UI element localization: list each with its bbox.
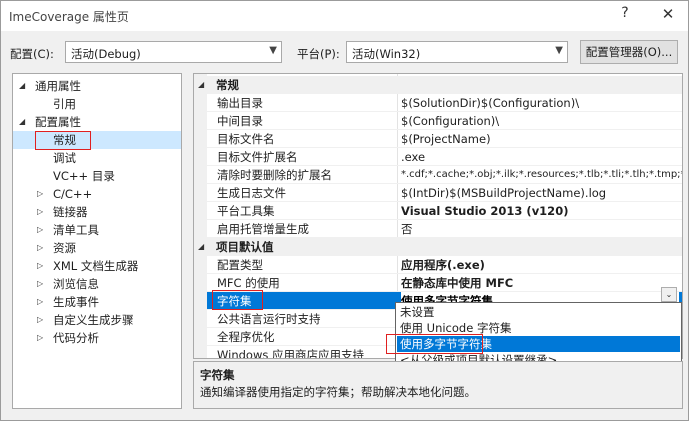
property-name: 启用托管增量生成	[217, 222, 309, 236]
property-name: 配置类型	[217, 258, 263, 272]
help-icon[interactable]: ?	[615, 5, 635, 21]
character-set-dropdown-button[interactable]: ⌄	[661, 287, 677, 302]
annotation-box	[35, 131, 91, 150]
expand-toggle-icon[interactable]: ▷	[37, 257, 43, 275]
tree-node-label: XML 文档生成器	[53, 259, 139, 273]
option-not-set[interactable]: 未设置	[397, 304, 680, 320]
tree-node-label: C/C++	[53, 187, 93, 201]
property-name: 清除时要删除的扩展名	[217, 168, 332, 182]
grid-gutter	[194, 74, 207, 358]
configuration-manager-button[interactable]: 配置管理器(O)...	[580, 40, 678, 64]
tree-node-vc-directories[interactable]: VC++ 目录	[53, 167, 115, 185]
expand-toggle-icon[interactable]: ▷	[37, 275, 43, 293]
tree-node-label: 资源	[53, 241, 76, 255]
close-icon[interactable]: ✕	[658, 5, 678, 23]
window-title: ImeCoverage 属性页	[9, 10, 129, 24]
tree-node-debugging[interactable]: 调试	[53, 149, 76, 167]
config-label: 配置(C):	[10, 47, 54, 61]
property-row-output-dir[interactable]: 输出目录 $(SolutionDir)$(Configuration)\	[207, 94, 682, 112]
category-general[interactable]: ◢ 常规	[194, 76, 682, 94]
character-set-dropdown-list: 未设置 使用 Unicode 字符集 使用多字节字符集 <从父级或项目默认设置继…	[386, 302, 682, 368]
category-project-defaults[interactable]: ◢ 项目默认值	[194, 238, 682, 256]
tree-node-label: 清单工具	[53, 223, 99, 237]
property-value: .exe	[401, 150, 426, 164]
property-tree: ◢ 通用属性 引用 ◢ 配置属性 常规 调试 VC++ 目录 ▷ C/C++ ▷…	[12, 73, 182, 409]
config-dropdown[interactable]: 活动(Debug) ▼	[65, 41, 282, 63]
annotation-box	[212, 290, 263, 310]
property-value: 应用程序(.exe)	[401, 258, 485, 272]
description-text: 通知编译器使用指定的字符集；帮助解决本地化问题。	[200, 385, 476, 399]
property-row-managed-incremental[interactable]: 启用托管增量生成 否	[207, 220, 682, 238]
expand-toggle-icon[interactable]: ◢	[19, 77, 25, 95]
platform-value: 活动(Win32)	[352, 47, 421, 61]
property-row-clean-extensions[interactable]: 清除时要删除的扩展名 *.cdf;*.cache;*.obj;*.ilk;*.r…	[207, 166, 683, 184]
expand-toggle-icon[interactable]: ▷	[37, 203, 43, 221]
category-label: 项目默认值	[216, 240, 274, 254]
property-row-intermediate-dir[interactable]: 中间目录 $(Configuration)\	[207, 112, 682, 130]
tree-node-label: 通用属性	[35, 79, 81, 93]
expand-toggle-icon[interactable]: ▷	[37, 221, 43, 239]
annotation-box	[386, 334, 483, 354]
property-value: $(Configuration)\	[401, 114, 500, 128]
tree-node-label: 浏览信息	[53, 277, 99, 291]
description-panel: 字符集 通知编译器使用指定的字符集；帮助解决本地化问题。	[193, 361, 683, 409]
property-value: 在静态库中使用 MFC	[401, 276, 514, 290]
property-value: *.cdf;*.cache;*.obj;*.ilk;*.resources;*.…	[401, 169, 683, 180]
property-row-build-log[interactable]: 生成日志文件 $(IntDir)$(MSBuildProjectName).lo…	[207, 184, 682, 202]
tree-node-label: 链接器	[53, 205, 88, 219]
property-row-platform-toolset[interactable]: 平台工具集 Visual Studio 2013 (v120)	[207, 202, 682, 220]
property-name: 输出目录	[217, 96, 263, 110]
property-value: $(IntDir)$(MSBuildProjectName).log	[401, 186, 607, 200]
expand-toggle-icon[interactable]: ▷	[37, 239, 43, 257]
property-name: 目标文件名	[217, 132, 275, 146]
option-label: 未设置	[400, 305, 435, 319]
property-name: 生成日志文件	[217, 186, 286, 200]
property-name: Windows 应用商店应用支持	[217, 348, 364, 359]
property-name: 中间目录	[217, 114, 263, 128]
collapse-toggle-icon[interactable]: ◢	[198, 238, 204, 256]
tree-node-label: 配置属性	[35, 115, 81, 129]
property-value: $(SolutionDir)$(Configuration)\	[401, 96, 580, 110]
property-value: 否	[401, 222, 413, 236]
expand-toggle-icon[interactable]: ◢	[19, 113, 25, 131]
property-row-target-ext[interactable]: 目标文件扩展名 .exe	[207, 148, 682, 166]
tree-node-label: 代码分析	[53, 331, 99, 345]
property-row-use-of-mfc[interactable]: MFC 的使用 在静态库中使用 MFC	[207, 274, 682, 292]
tree-node-references[interactable]: 引用	[53, 95, 76, 113]
collapse-toggle-icon[interactable]: ◢	[198, 76, 204, 94]
expand-toggle-icon[interactable]: ▷	[37, 185, 43, 203]
expand-toggle-icon[interactable]: ▷	[37, 293, 43, 311]
chevron-down-icon: ▼	[269, 45, 277, 56]
config-value: 活动(Debug)	[71, 47, 141, 61]
expand-toggle-icon[interactable]: ▷	[37, 329, 43, 347]
property-value: Visual Studio 2013 (v120)	[401, 204, 569, 218]
property-row-target-name[interactable]: 目标文件名 $(ProjectName)	[207, 130, 682, 148]
property-name: 平台工具集	[217, 204, 275, 218]
description-title: 字符集	[200, 368, 235, 382]
property-name: 公共语言运行时支持	[217, 312, 321, 326]
tree-node-label: 自定义生成步骤	[53, 313, 134, 327]
platform-dropdown[interactable]: 活动(Win32) ▼	[346, 41, 568, 63]
tree-node-label: 生成事件	[53, 295, 99, 309]
chevron-down-icon: ▼	[555, 45, 563, 56]
property-name: 全程序优化	[217, 330, 275, 344]
expand-toggle-icon[interactable]: ▷	[37, 311, 43, 329]
configuration-row: 配置(C): 活动(Debug) ▼ 平台(P): 活动(Win32) ▼ 配置…	[1, 35, 688, 67]
property-row-configuration-type[interactable]: 配置类型 应用程序(.exe)	[207, 256, 682, 274]
category-label: 常规	[216, 78, 239, 92]
property-pages-window: ImeCoverage 属性页 ? ✕ 配置(C): 活动(Debug) ▼ 平…	[0, 0, 689, 421]
property-value: $(ProjectName)	[401, 132, 491, 146]
title-bar: ImeCoverage 属性页 ? ✕	[1, 1, 688, 31]
property-name: 目标文件扩展名	[217, 150, 298, 164]
platform-label: 平台(P):	[297, 47, 340, 61]
